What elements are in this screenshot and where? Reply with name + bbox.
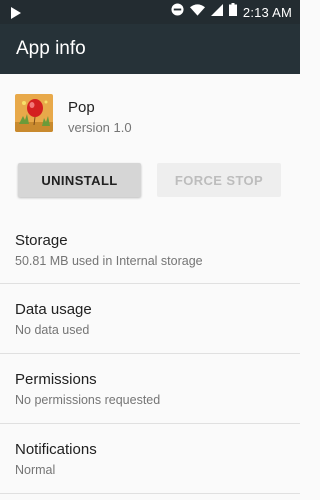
battery-icon bbox=[228, 3, 237, 21]
force-stop-button[interactable]: FORCE STOP bbox=[157, 163, 281, 197]
pref-notifications[interactable]: Notifications Normal bbox=[0, 424, 300, 494]
pref-summary: No permissions requested bbox=[15, 393, 161, 407]
app-header: Pop version 1.0 bbox=[0, 74, 300, 154]
app-name: Pop bbox=[68, 99, 95, 116]
app-bar: App info bbox=[0, 24, 300, 74]
status-bar: 2:13 AM bbox=[0, 0, 300, 24]
app-icon bbox=[15, 94, 53, 132]
pref-title: Permissions bbox=[15, 371, 97, 388]
pref-summary: 50.81 MB used in Internal storage bbox=[15, 254, 203, 268]
pref-storage[interactable]: Storage 50.81 MB used in Internal storag… bbox=[0, 215, 300, 285]
pref-title: Data usage bbox=[15, 301, 92, 318]
page-title: App info bbox=[16, 38, 86, 59]
pref-summary: Normal bbox=[15, 463, 56, 477]
app-version: version 1.0 bbox=[68, 120, 132, 135]
pref-title: Storage bbox=[15, 232, 68, 249]
status-time: 2:13 AM bbox=[242, 4, 292, 20]
pref-data-usage[interactable]: Data usage No data used bbox=[0, 284, 300, 354]
wifi-icon bbox=[189, 3, 205, 21]
cell-signal-icon bbox=[210, 3, 223, 21]
do-not-disturb-icon bbox=[171, 3, 184, 21]
play-store-notification-icon bbox=[10, 6, 22, 24]
pref-summary: No data used bbox=[15, 323, 90, 337]
divider bbox=[0, 493, 300, 494]
pref-title: Notifications bbox=[15, 441, 97, 458]
uninstall-button[interactable]: UNINSTALL bbox=[18, 163, 141, 197]
pref-permissions[interactable]: Permissions No permissions requested bbox=[0, 354, 300, 424]
